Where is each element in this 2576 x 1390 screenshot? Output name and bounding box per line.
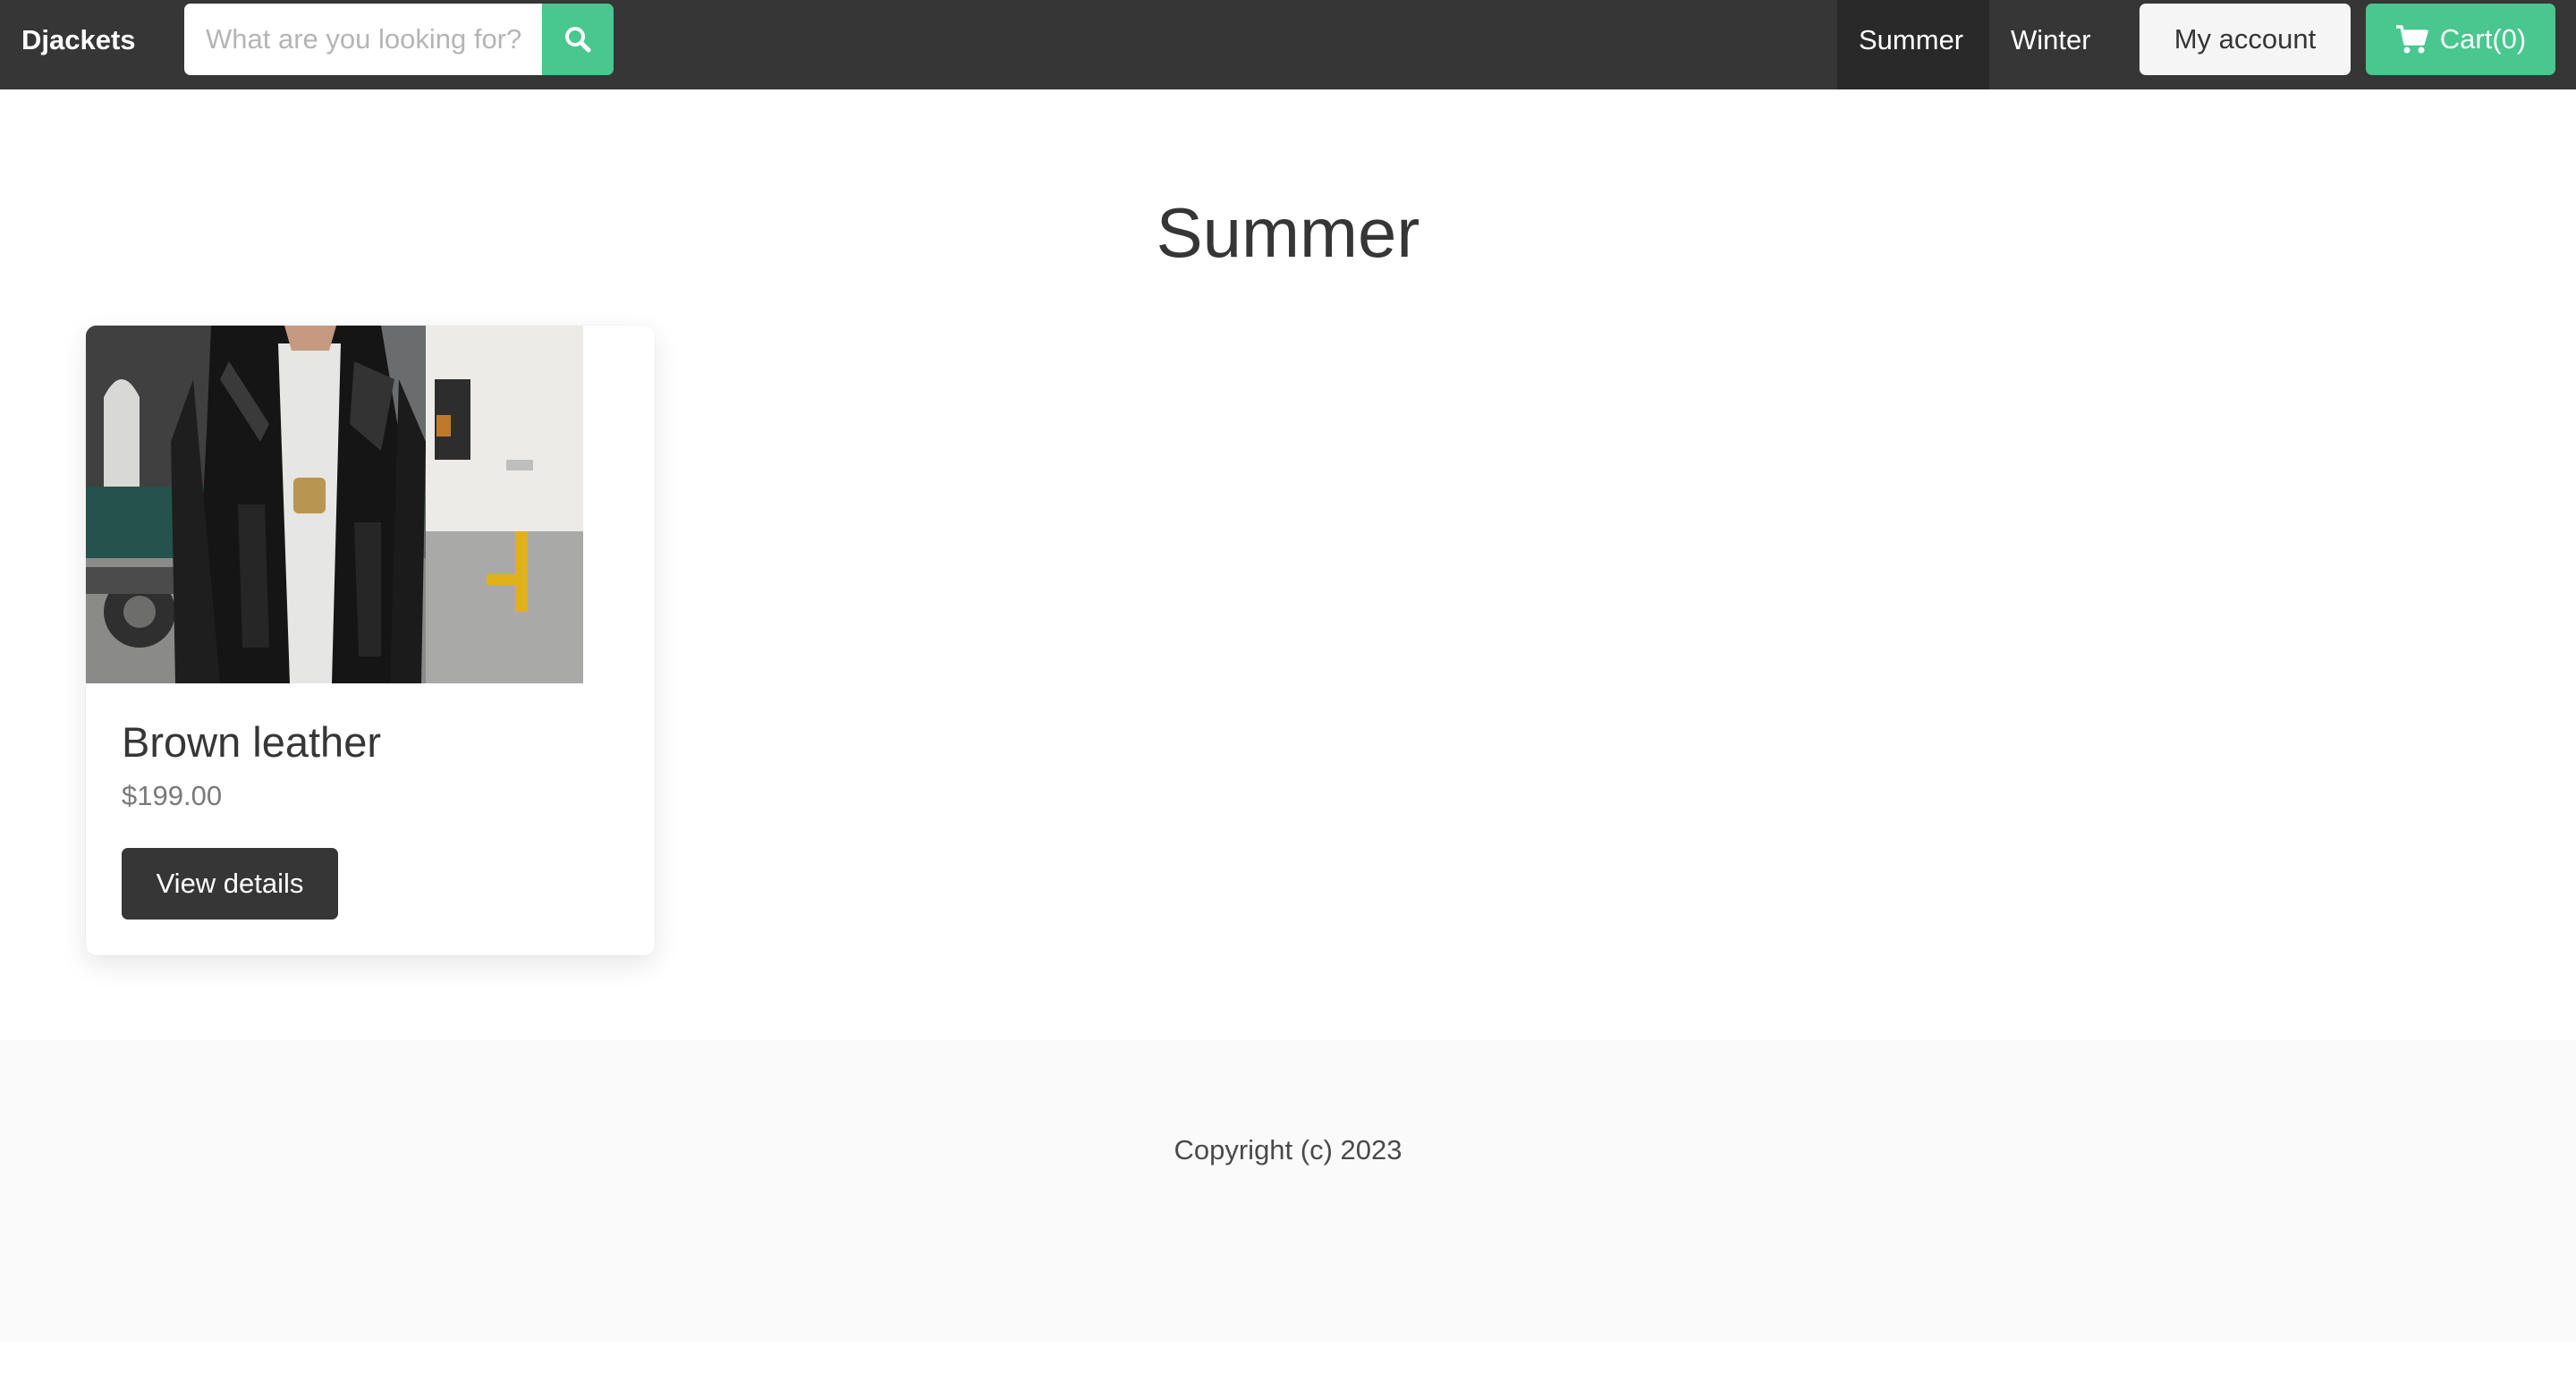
- product-photo: [86, 326, 583, 683]
- page-title: Summer: [1156, 193, 1420, 272]
- cart-button[interactable]: Cart(0): [2366, 4, 2555, 75]
- product-price: $199.00: [122, 780, 223, 811]
- search-icon: [565, 27, 591, 53]
- navbar: Djackets Summer Winter My account Cart(0…: [0, 0, 2576, 89]
- product-image[interactable]: [86, 326, 583, 683]
- shopping-cart-icon: [2395, 25, 2428, 54]
- footer: Copyright (c) 2023: [0, 1040, 2576, 1341]
- search-input[interactable]: [184, 4, 542, 75]
- nav-item-summer[interactable]: Summer: [1837, 0, 1989, 89]
- brand-logo[interactable]: Djackets: [21, 0, 136, 89]
- nav-item-winter[interactable]: Winter: [1989, 0, 2123, 89]
- product-card: Brown leather $199.00 View details: [86, 326, 655, 955]
- copyright-text: Copyright (c) 2023: [1174, 1134, 1402, 1165]
- search-button[interactable]: [542, 4, 614, 75]
- cart-label: Cart(0): [2439, 23, 2527, 55]
- view-details-button[interactable]: View details: [122, 848, 338, 920]
- my-account-button[interactable]: My account: [2140, 4, 2351, 75]
- search-form: [184, 4, 614, 75]
- product-name[interactable]: Brown leather: [122, 714, 381, 771]
